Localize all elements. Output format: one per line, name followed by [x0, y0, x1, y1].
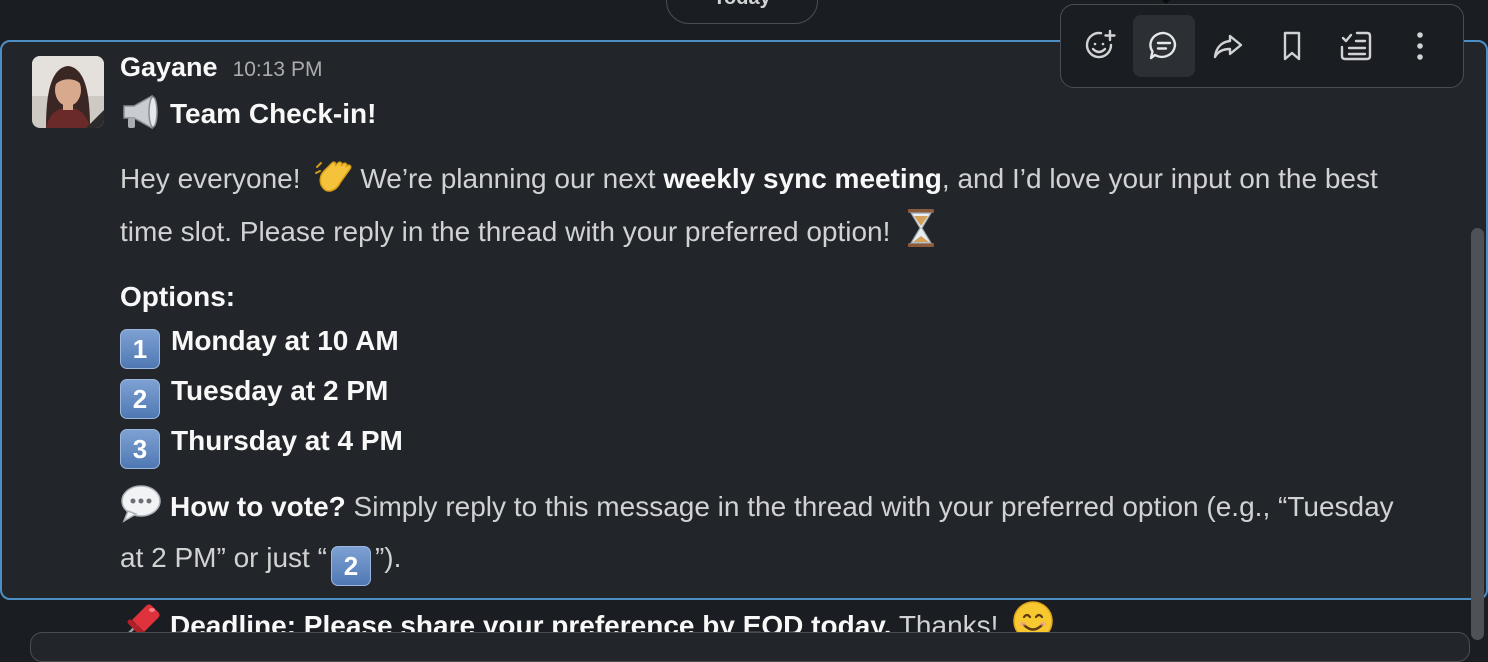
author-name[interactable]: Gayane — [120, 52, 218, 83]
bookmark-button[interactable] — [1261, 15, 1323, 77]
message-title: Team Check-in! — [120, 92, 1446, 143]
message-composer[interactable] — [30, 632, 1470, 662]
message-content: Gayane 10:13 PM Team Check-in! Hey every… — [120, 52, 1446, 655]
loudspeaker-icon — [120, 94, 162, 143]
intro-pre: Hey everyone! — [120, 163, 301, 194]
add-reaction-button[interactable] — [1069, 15, 1131, 77]
option-item: 3 Thursday at 4 PM — [120, 419, 1446, 469]
keycap-one-icon: 1 — [120, 329, 160, 369]
keycap-two-icon: 2 — [120, 379, 160, 419]
options-section: Options: 1 Monday at 10 AM 2 Tuesday at 2 … — [120, 275, 1446, 469]
reply-in-thread-button[interactable] — [1133, 15, 1195, 77]
waving-hand-icon — [314, 159, 354, 208]
vote-bold: How to vote? — [170, 491, 346, 522]
intro-paragraph: Hey everyone! We’re planning our next we… — [120, 157, 1446, 261]
add-reaction-icon — [1085, 29, 1116, 59]
more-actions-button[interactable] — [1389, 15, 1451, 77]
intro-line2: time slot. Please reply in the thread wi… — [120, 216, 891, 247]
vote-paragraph: How to vote? Simply reply to this messag… — [120, 483, 1446, 586]
intro-bold: weekly sync meeting — [663, 163, 942, 194]
add-to-list-button[interactable] — [1325, 15, 1387, 77]
add-to-list-icon — [1340, 31, 1372, 61]
vote-line2-pre: at 2 PM” or just “ — [120, 542, 327, 573]
forward-icon — [1213, 34, 1243, 59]
reply-in-thread-icon — [1149, 31, 1177, 60]
keycap-two-icon: 2 — [330, 546, 371, 586]
intro-post: , and I’d love your input on the best — [941, 163, 1378, 194]
option-item: 1 Monday at 10 AM — [120, 319, 1446, 369]
option-item: 2 Tuesday at 2 PM — [120, 369, 1446, 419]
avatar[interactable] — [32, 56, 104, 128]
message-timestamp[interactable]: 10:13 PM — [233, 58, 323, 82]
vote-line2-post: ”). — [374, 542, 402, 573]
option-label: Thursday at 4 PM — [171, 425, 403, 456]
hourglass-icon — [904, 208, 938, 261]
title-text: Team Check-in! — [170, 98, 377, 129]
message-actions-toolbar — [1060, 4, 1464, 88]
option-label: Monday at 10 AM — [171, 325, 399, 356]
options-label: Options: — [120, 281, 236, 312]
scrollbar[interactable] — [1471, 228, 1484, 640]
keycap-three-icon: 3 — [120, 429, 160, 469]
forward-button[interactable] — [1197, 15, 1259, 77]
vote-text: Simply reply to this message in the thre… — [353, 491, 1394, 522]
speech-balloon-icon — [120, 483, 162, 536]
bookmark-icon — [1283, 31, 1301, 61]
message-container[interactable]: Gayane 10:13 PM Team Check-in! Hey every… — [0, 40, 1488, 642]
intro-mid: We’re planning our next — [360, 163, 656, 194]
date-divider[interactable]: Today — [666, 0, 818, 24]
option-label: Tuesday at 2 PM — [171, 375, 389, 406]
more-actions-icon — [1417, 32, 1423, 60]
